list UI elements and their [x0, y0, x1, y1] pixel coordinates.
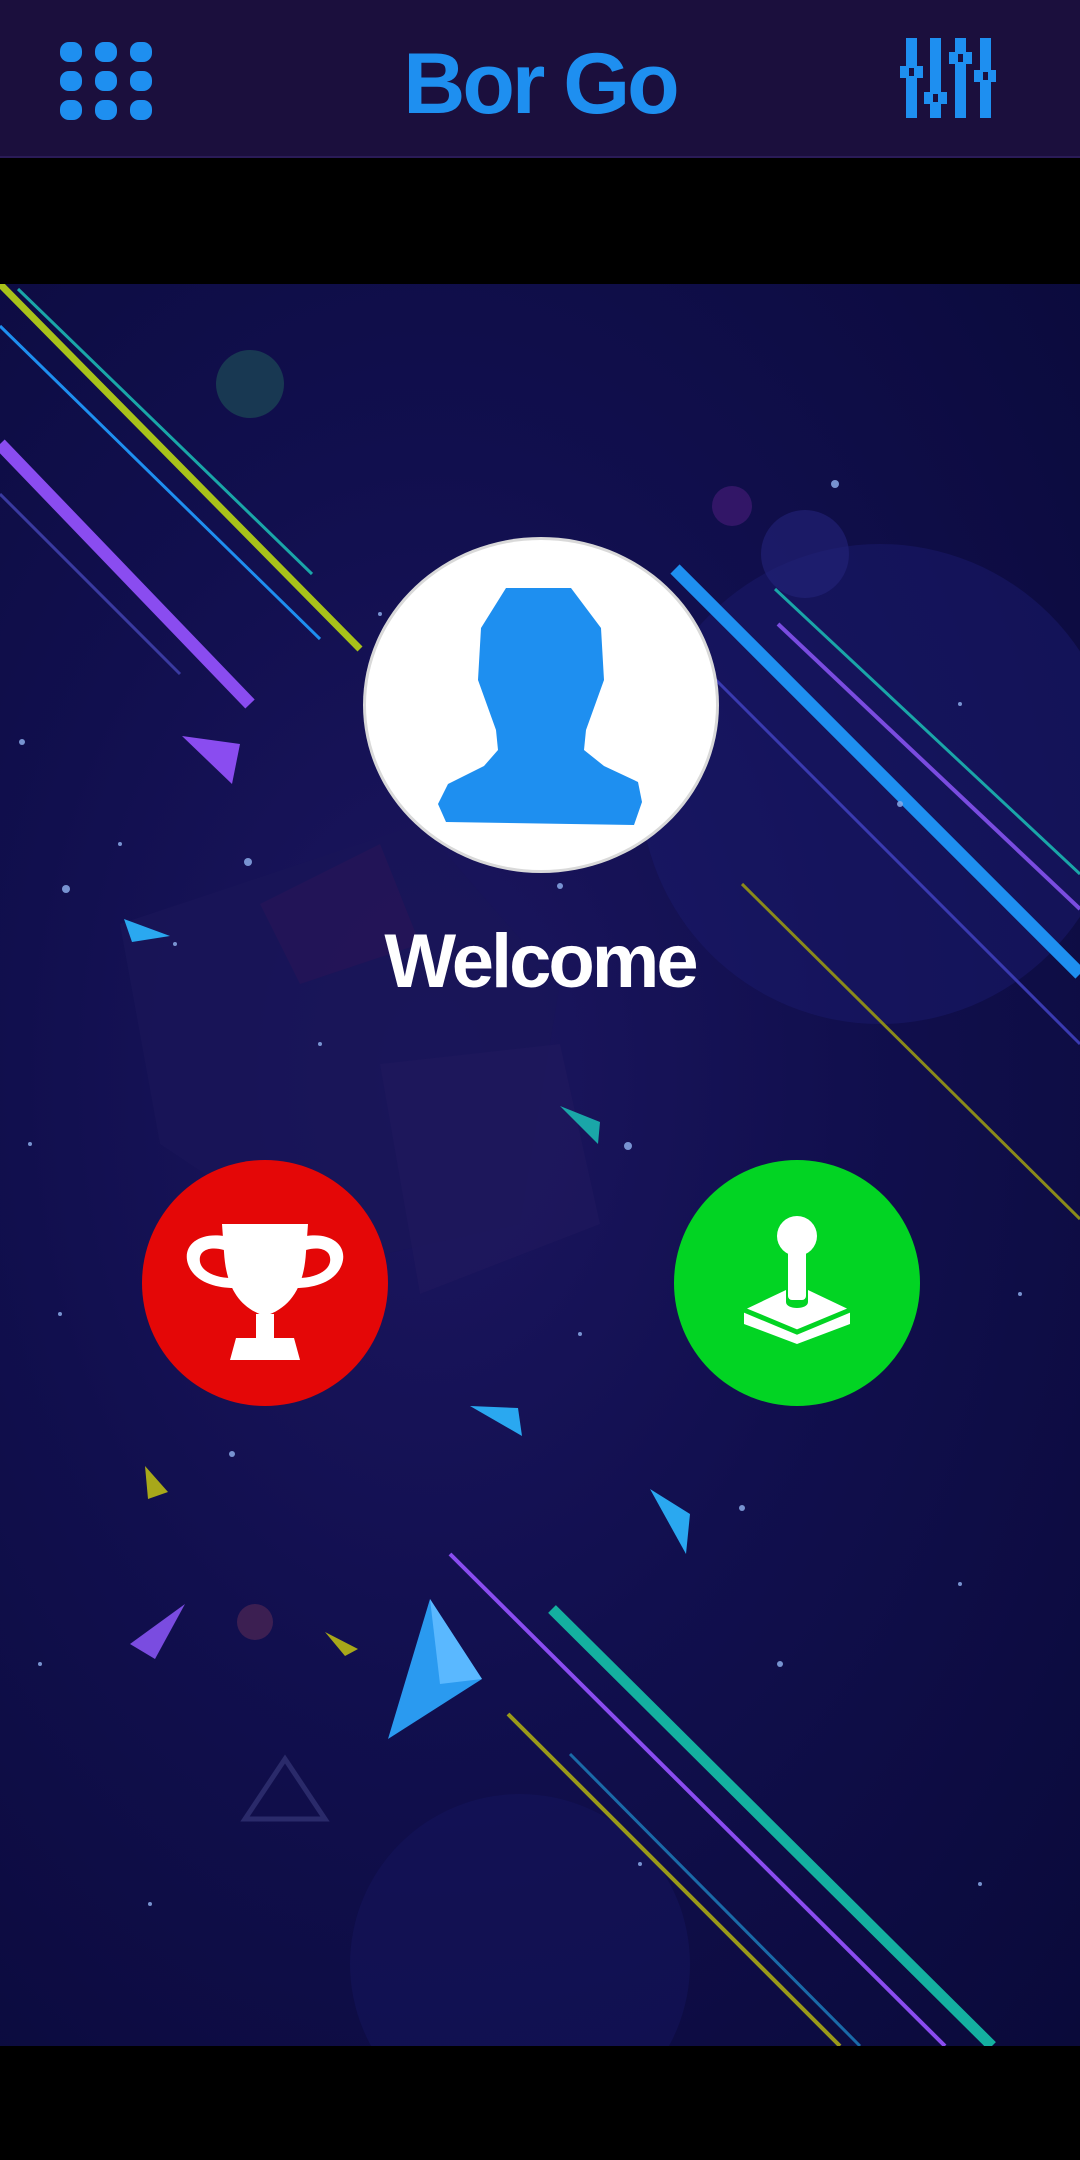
sliders-icon — [900, 38, 996, 118]
user-silhouette-icon — [438, 588, 642, 825]
top-bar: Bor Go — [0, 0, 1080, 158]
profile-avatar[interactable] — [366, 540, 716, 870]
leaderboard-button[interactable] — [142, 1160, 388, 1406]
bottom-bar — [0, 2046, 1080, 2160]
black-gap — [0, 158, 1080, 284]
joystick-icon — [743, 1216, 851, 1344]
play-button[interactable] — [674, 1160, 920, 1406]
welcome-text: Welcome — [384, 919, 698, 1004]
trophy-icon — [186, 1224, 344, 1360]
settings-button[interactable] — [900, 36, 996, 120]
